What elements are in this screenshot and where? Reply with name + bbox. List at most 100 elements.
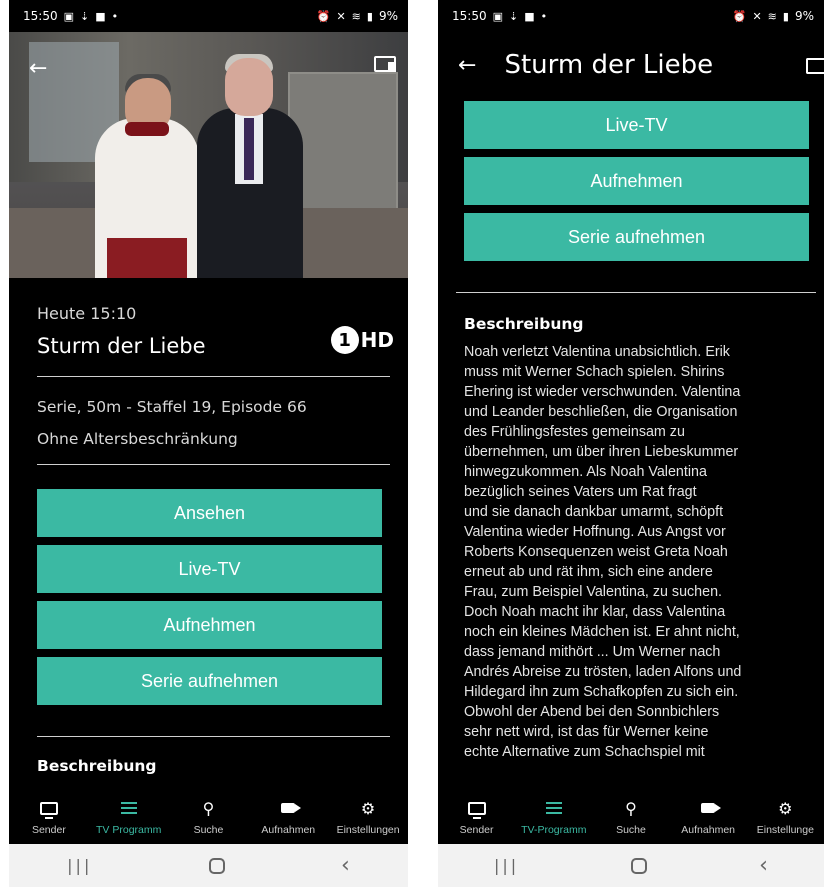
system-navigation: ||| ‹ bbox=[438, 844, 824, 887]
watch-button[interactable]: Ansehen bbox=[37, 489, 382, 537]
nav-sender[interactable]: Sender bbox=[9, 798, 89, 836]
program-hero-image bbox=[9, 32, 408, 278]
description-line: Andrés Abreise zu trösten, laden Alfons … bbox=[464, 664, 742, 680]
mute-icon: ✕ bbox=[336, 9, 346, 23]
system-back-icon[interactable]: ‹ bbox=[341, 853, 350, 878]
description-line: Noah verletzt Valentina unabsichtlich. E… bbox=[464, 344, 730, 360]
system-navigation: ||| ‹ bbox=[9, 844, 408, 887]
status-bar: 15:50 ▣ ⇣ ■ • ⏰ ✕ ≋ ▮ 9% bbox=[9, 0, 408, 32]
nav-aufnahmen[interactable]: Aufnahmen bbox=[248, 798, 328, 836]
nav-label: Einstellungen bbox=[336, 824, 400, 836]
live-tv-button[interactable]: Live-TV bbox=[37, 545, 382, 593]
age-rating: Ohne Altersbeschränkung bbox=[37, 430, 238, 448]
video-camera-icon bbox=[281, 798, 302, 818]
nav-label: Einstellunge bbox=[756, 824, 814, 836]
channel-number: 1 bbox=[330, 326, 359, 354]
description-line: noch ein kleines Mädchen ist. Er ahnt ni… bbox=[464, 624, 740, 640]
screen-program-details: 15:50 ▣ ⇣ ■ • ⏰ ✕ ≋ ▮ 9% ← Heute 15:10 S… bbox=[9, 0, 408, 887]
description-heading: Beschreibung bbox=[37, 757, 157, 775]
record-series-button[interactable]: Serie aufnehmen bbox=[37, 657, 382, 705]
download-icon: ⇣ bbox=[509, 9, 519, 23]
description-text: Noah verletzt Valentina unabsichtlich. E… bbox=[464, 342, 824, 762]
description-line: Ehering ist wieder verschwunden. Valenti… bbox=[464, 384, 741, 400]
channel-hd: HD bbox=[360, 328, 394, 352]
search-icon: ⚲ bbox=[625, 798, 637, 818]
recent-apps-icon[interactable]: ||| bbox=[494, 856, 519, 875]
description-line: Obwohl der Abend bei den Sonnbichlers bbox=[464, 704, 720, 720]
description-line: Valentina wieder Hoffnung. Aus Angst vor bbox=[464, 524, 726, 540]
description-line: Doch Noah macht ihr klar, dass Valentina bbox=[464, 604, 726, 620]
record-button[interactable]: Aufnehmen bbox=[37, 601, 382, 649]
nav-label: Suche bbox=[616, 824, 646, 836]
description-line: muss mit Werner Schach spielen. Shirins bbox=[464, 364, 725, 380]
description-line: und sie danach dankbar umarmt, schöpft bbox=[464, 504, 724, 520]
program-meta: Serie, 50m - Staffel 19, Episode 66 bbox=[37, 398, 307, 416]
status-bar: 15:50 ▣ ⇣ ■ • ⏰ ✕ ≋ ▮ 9% bbox=[438, 0, 824, 32]
nav-tv-programm[interactable]: TV-Programm bbox=[515, 798, 592, 836]
nav-label: TV-Programm bbox=[521, 824, 587, 836]
cast-icon[interactable] bbox=[374, 56, 396, 72]
nav-suche[interactable]: ⚲ Suche bbox=[169, 798, 249, 837]
tv-icon bbox=[39, 798, 58, 819]
gear-icon: ⚙ bbox=[360, 798, 376, 818]
header-title: Sturm der Liebe bbox=[504, 50, 714, 80]
tv-icon bbox=[467, 798, 486, 819]
record-button[interactable]: Aufnehmen bbox=[464, 157, 809, 205]
bottom-navigation: Sender TV-Programm ⚲ Suche Aufnahmen ⚙ E… bbox=[438, 790, 824, 844]
description-line: Roberts Konsequenzen weist Greta Noah bbox=[464, 544, 728, 560]
download-icon: ⇣ bbox=[80, 9, 90, 23]
status-time: 15:50 bbox=[452, 9, 487, 23]
gear-icon: ⚙ bbox=[778, 798, 793, 818]
divider bbox=[37, 464, 390, 465]
nav-suche[interactable]: ⚲ Suche bbox=[592, 798, 669, 837]
arrow-left-icon[interactable]: ← bbox=[458, 53, 476, 78]
battery-percent: 9% bbox=[378, 9, 398, 23]
recent-apps-icon[interactable]: ||| bbox=[67, 856, 92, 875]
wifi-icon: ≋ bbox=[767, 9, 777, 23]
wifi-icon: ≋ bbox=[351, 9, 361, 23]
status-time: 15:50 bbox=[23, 9, 58, 23]
gallery-icon: ▣ bbox=[63, 9, 74, 23]
nav-label: Aufnahmen bbox=[261, 824, 316, 836]
folder-icon: ■ bbox=[524, 9, 535, 23]
mute-icon: ✕ bbox=[752, 9, 762, 23]
alarm-icon: ⏰ bbox=[316, 9, 331, 23]
program-title: Sturm der Liebe bbox=[37, 334, 206, 358]
bottom-navigation: Sender TV Programm ⚲ Suche Aufnahmen ⚙ E… bbox=[9, 790, 408, 844]
system-back-icon[interactable]: ‹ bbox=[759, 853, 768, 878]
home-icon[interactable] bbox=[631, 857, 648, 874]
divider bbox=[37, 376, 390, 377]
nav-sender[interactable]: Sender bbox=[438, 798, 515, 836]
description-line: Hildegard ihn zum Schafkopfen zu sich ei… bbox=[464, 684, 739, 700]
description-line: hinwegzukommen. Als Noah Valentina bbox=[464, 464, 707, 480]
record-series-button[interactable]: Serie aufnehmen bbox=[464, 213, 809, 261]
nav-einstellungen[interactable]: ⚙ Einstellunge bbox=[747, 798, 824, 837]
nav-label: Aufnahmen bbox=[681, 824, 736, 836]
signal-icon: ▮ bbox=[782, 9, 789, 23]
description-line: dass jemand mithört ... Um Werner nach bbox=[464, 644, 721, 660]
description-line: erneut ab und rät ihm, sich eine andere bbox=[464, 564, 713, 580]
nav-aufnahmen[interactable]: Aufnahmen bbox=[670, 798, 747, 836]
alarm-icon: ⏰ bbox=[732, 9, 747, 23]
screen-program-description: 15:50 ▣ ⇣ ■ • ⏰ ✕ ≋ ▮ 9% ← Sturm der Lie… bbox=[438, 0, 824, 887]
nav-label: Sender bbox=[31, 824, 66, 836]
divider bbox=[37, 736, 390, 737]
description-line: und Leander beschließen, die Organisatio… bbox=[464, 404, 738, 420]
nav-label: Sender bbox=[459, 824, 494, 836]
cast-icon[interactable] bbox=[806, 58, 824, 74]
nav-tv-programm[interactable]: TV Programm bbox=[89, 798, 169, 836]
description-line: Frau, zum Beispiel Valentina, zu suchen. bbox=[464, 584, 723, 600]
arrow-left-icon[interactable]: ← bbox=[29, 56, 47, 81]
battery-percent: 9% bbox=[794, 9, 814, 23]
dot-icon: • bbox=[111, 9, 119, 23]
nav-label: Suche bbox=[193, 824, 224, 836]
gallery-icon: ▣ bbox=[492, 9, 503, 23]
live-tv-button[interactable]: Live-TV bbox=[464, 101, 809, 149]
nav-label: TV Programm bbox=[96, 824, 162, 836]
description-line: des Frühlingsfestes gemeinsam zu bbox=[464, 424, 685, 440]
dot-icon: • bbox=[540, 9, 548, 23]
description-line: bezüglich seines Vaters um Rat fragt bbox=[464, 484, 697, 500]
description-line: echte Alternative zum Schachspiel mit bbox=[464, 744, 705, 760]
home-icon[interactable] bbox=[208, 857, 225, 874]
nav-einstellungen[interactable]: ⚙ Einstellungen bbox=[328, 798, 408, 837]
